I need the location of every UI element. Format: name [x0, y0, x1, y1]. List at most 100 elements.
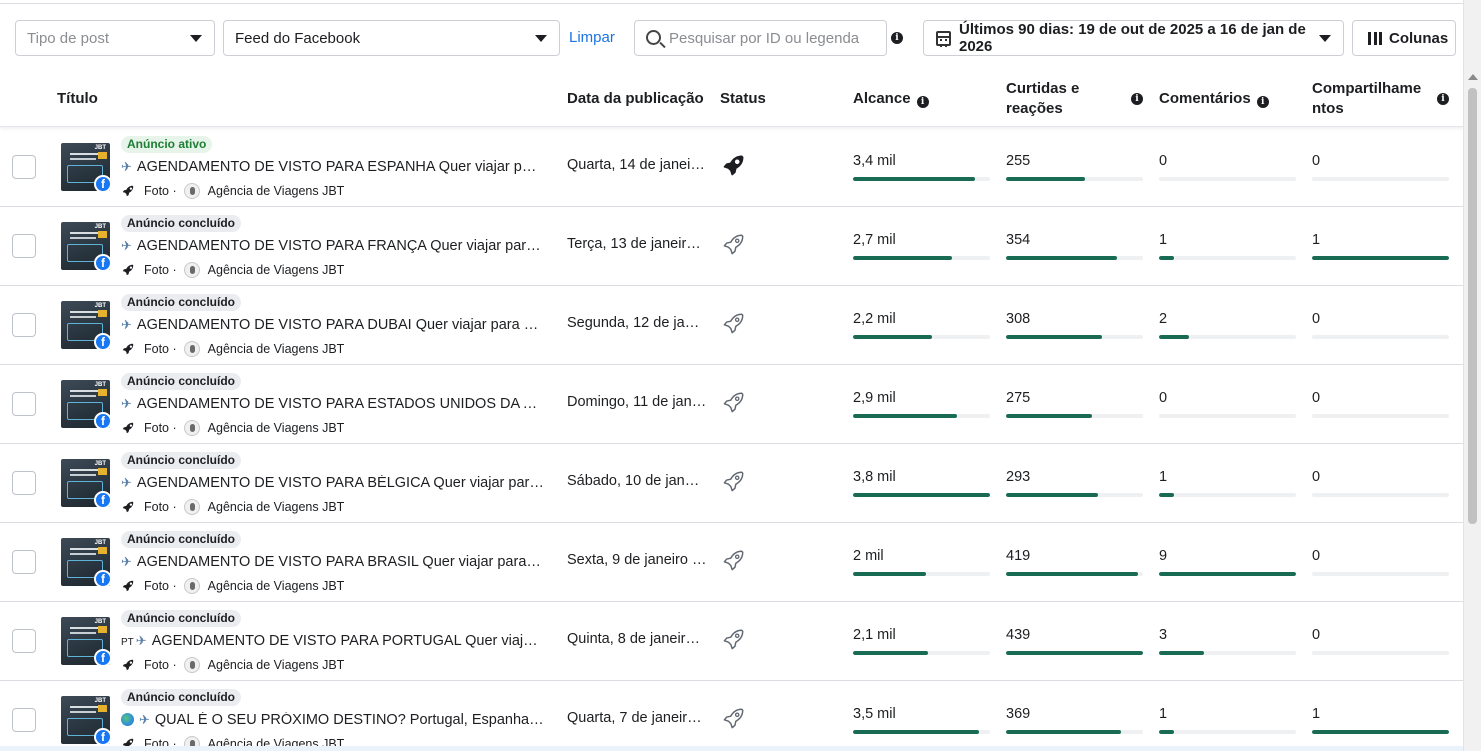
post-title[interactable]: ✈ AGENDAMENTO DE VISTO PARA BRASIL Quer v… [121, 554, 544, 570]
likes-value: 255 [1006, 153, 1031, 169]
post-title[interactable]: ✈ AGENDAMENTO DE VISTO PARA DUBAI Quer vi… [121, 317, 544, 333]
vertical-scrollbar[interactable] [1463, 0, 1481, 751]
page-name[interactable]: Agência de Viagens JBT [208, 263, 345, 277]
table-row[interactable]: JBT f Anúncio concluído ✈ AGENDAMENTO DE … [0, 207, 1463, 286]
info-icon[interactable]: i [1437, 93, 1449, 105]
thumbnail-logo: JBT [94, 303, 106, 309]
info-icon[interactable]: i [891, 32, 903, 44]
reach-bar [853, 335, 990, 339]
thumbnail-flag [98, 626, 107, 633]
page-name[interactable]: Agência de Viagens JBT [208, 500, 345, 514]
page-name[interactable]: Agência de Viagens JBT [208, 658, 345, 672]
shares-metric: 0 [1312, 469, 1449, 497]
status-badge: Anúncio concluído [121, 294, 241, 311]
column-header-likes[interactable]: Curtidas e reações [1006, 79, 1079, 119]
post-type-dropdown[interactable]: Tipo de post [15, 20, 215, 56]
shares-metric: 0 [1312, 153, 1449, 181]
comments-value: 3 [1159, 627, 1168, 643]
rocket-outline-icon[interactable] [723, 707, 745, 729]
reach-value: 2,1 mil [853, 627, 896, 643]
row-checkbox[interactable] [12, 471, 36, 495]
airplane-icon: ✈ [136, 633, 152, 649]
page-name[interactable]: Agência de Viagens JBT [208, 184, 345, 198]
scrollbar-thumb[interactable] [1468, 88, 1477, 524]
reach-bar-fill [853, 177, 975, 181]
post-type: Foto · [144, 579, 177, 593]
post-title[interactable]: ✈ AGENDAMENTO DE VISTO PARA FRANÇA Quer v… [121, 238, 544, 254]
row-checkbox[interactable] [12, 313, 36, 337]
page-avatar [183, 341, 200, 357]
rocket-outline-icon[interactable] [723, 549, 745, 571]
info-icon[interactable]: i [916, 96, 929, 108]
info-icon[interactable]: i [1256, 96, 1269, 108]
thumbnail-text-line [70, 632, 96, 634]
date-range-button[interactable]: Últimos 90 dias: 19 de out de 2025 a 16 … [923, 20, 1344, 56]
table-row[interactable]: JBT f Anúncio concluído ✈ AGENDAMENTO DE … [0, 286, 1463, 365]
search-placeholder: Pesquisar por ID ou legenda [669, 29, 860, 47]
table-row[interactable]: JBT f Anúncio concluído ✈ AGENDAMENTO DE … [0, 365, 1463, 444]
post-title[interactable]: ✈ AGENDAMENTO DE VISTO PARA ESPANHA Quer … [121, 159, 544, 175]
column-header-status[interactable]: Status [720, 89, 766, 109]
page-name[interactable]: Agência de Viagens JBT [208, 342, 345, 356]
airplane-icon: ✈ [121, 238, 132, 253]
row-checkbox[interactable] [12, 550, 36, 574]
calendar-icon [936, 31, 951, 47]
boost-icon [122, 422, 134, 434]
post-title-text: AGENDAMENTO DE VISTO PARA PORTUGAL Quer … [151, 633, 544, 649]
info-icon[interactable]: i [1131, 93, 1143, 105]
likes-value: 293 [1006, 469, 1031, 485]
shares-bar [1312, 335, 1449, 339]
comments-bar-fill [1159, 730, 1175, 734]
post-meta: Foto · Agência de Viagens JBT [121, 420, 344, 436]
likes-bar-fill [1006, 335, 1102, 339]
post-title[interactable]: ✈ AGENDAMENTO DE VISTO PARA ESTADOS UNIDO… [121, 396, 544, 412]
reach-value: 2 mil [853, 548, 884, 564]
table-row[interactable]: JBT f Anúncio concluído ✈ AGENDAMENTO DE … [0, 444, 1463, 523]
table-row[interactable]: JBT f Anúncio concluído ✈ AGENDAMENTO DE … [0, 523, 1463, 602]
post-title[interactable]: ✈ AGENDAMENTO DE VISTO PARA BÉLGICA Quer … [121, 475, 544, 491]
row-checkbox[interactable] [12, 155, 36, 179]
row-checkbox[interactable] [12, 392, 36, 416]
post-title[interactable]: PT ✈ AGENDAMENTO DE VISTO PARA PORTUGAL Qu… [121, 633, 544, 649]
column-header-title[interactable]: Título [57, 89, 98, 109]
comments-metric: 0 [1159, 153, 1296, 181]
rocket-outline-icon[interactable] [723, 312, 745, 334]
likes-bar-fill [1006, 572, 1138, 576]
clear-filters-link[interactable]: Limpar [569, 29, 615, 46]
row-checkbox[interactable] [12, 629, 36, 653]
likes-metric: 275 [1006, 390, 1143, 418]
thumbnail-text-line [70, 469, 100, 471]
column-header-reach[interactable]: Alcance i [853, 89, 929, 109]
globe-airplane-icon: ✈ [121, 712, 155, 728]
scroll-up-icon[interactable] [1468, 74, 1478, 80]
airplane-icon: ✈ [121, 238, 137, 254]
column-header-shares[interactable]: Compartilhame ntos [1312, 79, 1421, 119]
post-title[interactable]: ✈ QUAL É O SEU PRÓXIMO DESTINO? Portugal,… [121, 712, 544, 728]
table-row[interactable]: JBT f Anúncio ativo ✈ AGENDAMENTO DE VIST… [0, 128, 1463, 207]
likes-bar [1006, 256, 1143, 260]
rocket-outline-icon[interactable] [723, 391, 745, 413]
post-meta: Foto · Agência de Viagens JBT [121, 341, 344, 357]
page-name[interactable]: Agência de Viagens JBT [208, 421, 345, 435]
facebook-icon: f [94, 175, 112, 193]
thumbnail-text-line [70, 311, 100, 313]
column-title-label: Título [57, 90, 98, 107]
feed-dropdown[interactable]: Feed do Facebook [223, 20, 560, 56]
shares-metric: 1 [1312, 706, 1449, 734]
page-name[interactable]: Agência de Viagens JBT [208, 579, 345, 593]
rocket-outline-icon[interactable] [723, 628, 745, 650]
likes-bar-fill [1006, 177, 1086, 181]
rocket-outline-icon[interactable] [723, 470, 745, 492]
table-row[interactable]: JBT f Anúncio concluído ✈ QUAL É O SEU PR… [0, 681, 1463, 751]
table-row[interactable]: JBT f Anúncio concluído PT ✈ AGENDAMENTO D… [0, 602, 1463, 681]
row-checkbox[interactable] [12, 708, 36, 732]
rocket-outline-icon[interactable] [723, 233, 745, 255]
rocket-filled-icon[interactable] [723, 154, 745, 176]
columns-button[interactable]: Colunas [1352, 20, 1456, 56]
reach-metric: 2,7 mil [853, 232, 990, 260]
column-header-comments[interactable]: Comentários i [1159, 89, 1269, 109]
row-checkbox[interactable] [12, 234, 36, 258]
column-header-published[interactable]: Data da publicação [567, 89, 704, 109]
airplane-icon: ✈ [121, 554, 137, 570]
search-input[interactable]: Pesquisar por ID ou legenda [634, 20, 887, 56]
